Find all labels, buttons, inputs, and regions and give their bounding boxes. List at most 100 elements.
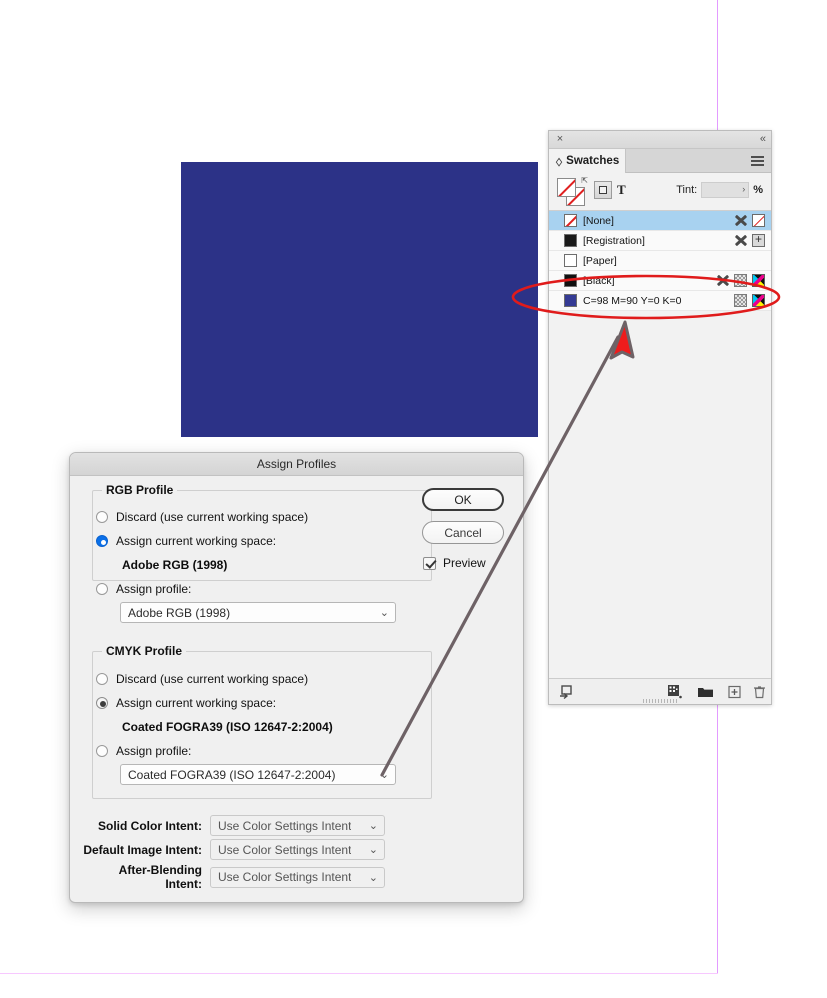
new-swatch-group-folder-icon[interactable] (697, 684, 715, 700)
cmyk-working-space-value: Coated FOGRA39 (ISO 12647-2:2004) (122, 720, 333, 734)
chevron-down-icon[interactable]: ⌄ (369, 843, 378, 856)
tint-label: Tint: (676, 184, 698, 196)
panel-titlebar: × « (549, 131, 771, 149)
fill-box[interactable] (557, 178, 576, 197)
swatch-chip-black (564, 274, 577, 287)
rgb-assign-working-option[interactable]: Assign current working space: (96, 534, 276, 548)
swatch-name: [Paper] (583, 254, 617, 267)
cmyk-assign-working-label: Assign current working space: (116, 696, 277, 710)
cmyk-assign-profile-label: Assign profile: (116, 744, 192, 758)
tint-percent-label: % (753, 184, 763, 196)
panel-tabstrip: ◇ Swatches (549, 149, 771, 173)
radio-rgb-discard[interactable] (96, 511, 108, 523)
preview-checkbox[interactable] (423, 556, 436, 570)
swatch-name: C=98 M=90 Y=0 K=0 (583, 294, 682, 307)
default-image-intent-select[interactable]: Use Color Settings Intent ⌄ (210, 839, 385, 860)
chevron-down-icon[interactable]: ⌄ (380, 768, 389, 781)
radio-cmyk-assign-working[interactable] (96, 697, 108, 709)
new-swatch-icon[interactable] (727, 684, 743, 700)
cancel-button-label: Cancel (444, 525, 482, 540)
rgb-profile-legend: RGB Profile (102, 483, 178, 497)
panel-resize-grip[interactable] (643, 699, 677, 703)
new-color-group-icon[interactable] (667, 684, 683, 700)
page-guide-horizontal (0, 973, 718, 974)
ok-button[interactable]: OK (422, 488, 504, 511)
tint-control: Tint: › % (676, 182, 763, 198)
swatch-row-paper[interactable]: [Paper] (549, 251, 771, 271)
swatch-x-icon[interactable] (734, 234, 747, 247)
swatch-x-icon[interactable] (734, 214, 747, 227)
swatch-name: [None] (583, 214, 614, 227)
swatch-row-registration[interactable]: [Registration] (549, 231, 771, 251)
tab-swatches[interactable]: ◇ Swatches (549, 149, 626, 173)
radio-rgb-assign-working[interactable] (96, 535, 108, 547)
fill-stroke-none-icon[interactable]: ⇱ (557, 177, 588, 207)
cmyk-profile-select[interactable]: Coated FOGRA39 (ISO 12647-2:2004) ⌄ (120, 764, 396, 785)
swatches-panel: × « ◇ Swatches ⇱ T Tint: › % [None] [Reg… (548, 130, 772, 705)
tab-swatches-label: Swatches (566, 155, 620, 167)
swatch-row-icons (716, 274, 765, 287)
after-blending-intent-select[interactable]: Use Color Settings Intent ⌄ (210, 866, 385, 888)
cmyk-discard-label: Discard (use current working space) (116, 672, 309, 686)
tint-input[interactable]: › (701, 182, 750, 198)
cmyk-profile-select-value: Coated FOGRA39 (ISO 12647-2:2004) (128, 767, 336, 782)
swatch-name: [Black] (583, 274, 615, 287)
cancel-button[interactable]: Cancel (422, 521, 504, 544)
tab-caret-icon: ◇ (556, 154, 563, 168)
chevron-down-icon[interactable]: ⌄ (380, 606, 389, 619)
tint-icon (734, 274, 747, 287)
radio-cmyk-assign-profile[interactable] (96, 745, 108, 757)
apply-to-frame-icon[interactable] (594, 181, 612, 199)
swap-fill-stroke-icon[interactable]: ⇱ (581, 177, 588, 185)
rgb-working-space-value: Adobe RGB (1998) (122, 558, 228, 572)
tint-chevron-icon[interactable]: › (742, 184, 745, 194)
swatch-row-icons (734, 232, 765, 247)
artwork-blue-rectangle[interactable] (181, 162, 538, 437)
chevron-down-icon[interactable]: ⌄ (369, 871, 378, 884)
solid-color-intent-label: Solid Color Intent: (98, 818, 202, 833)
swatch-row-icons (734, 294, 765, 307)
solid-color-intent-select[interactable]: Use Color Settings Intent ⌄ (210, 815, 385, 836)
swatch-chip-paper (564, 254, 577, 267)
after-blending-intent-value: Use Color Settings Intent (218, 870, 352, 884)
default-image-intent-label: Default Image Intent: (83, 842, 202, 857)
delete-swatch-icon[interactable] (752, 684, 768, 700)
radio-rgb-assign-profile[interactable] (96, 583, 108, 595)
radio-cmyk-discard[interactable] (96, 673, 108, 685)
swatch-list: [None] [Registration] [Paper] (549, 211, 771, 311)
rgb-profile-select[interactable]: Adobe RGB (1998) ⌄ (120, 602, 396, 623)
swatch-x-icon[interactable] (716, 274, 729, 287)
apply-to-text-icon[interactable]: T (617, 182, 626, 198)
swatch-row-cmyk-blue[interactable]: C=98 M=90 Y=0 K=0 (549, 291, 771, 311)
screenshot-root: × « ◇ Swatches ⇱ T Tint: › % [None] [Reg… (0, 0, 827, 998)
rgb-discard-option[interactable]: Discard (use current working space) (96, 510, 308, 524)
solid-color-intent-value: Use Color Settings Intent (218, 818, 352, 833)
swatches-panel-footer (549, 678, 771, 704)
dialog-title: Assign Profiles (70, 453, 523, 476)
preview-checkbox-row[interactable]: Preview (423, 556, 486, 570)
rgb-profile-select-value: Adobe RGB (1998) (128, 605, 231, 620)
rgb-assign-profile-option[interactable]: Assign profile: (96, 582, 191, 596)
swatch-name: [Registration] (583, 234, 645, 247)
cmyk-discard-option[interactable]: Discard (use current working space) (96, 672, 308, 686)
swatch-row-icons (734, 214, 765, 227)
default-image-intent-row: Default Image Intent: Use Color Settings… (80, 839, 385, 860)
close-icon[interactable]: × (554, 133, 566, 145)
rgb-assign-profile-label: Assign profile: (116, 582, 192, 596)
cmyk-assign-profile-option[interactable]: Assign profile: (96, 744, 191, 758)
default-image-intent-value: Use Color Settings Intent (218, 842, 352, 857)
swatch-row-black[interactable]: [Black] (549, 271, 771, 291)
swatch-chip-registration (564, 234, 577, 247)
show-all-swatches-icon[interactable] (559, 684, 575, 700)
chevron-down-icon[interactable]: ⌄ (369, 819, 378, 832)
swatch-row-none[interactable]: [None] (549, 211, 771, 231)
registration-icon (752, 232, 765, 247)
collapse-panel-icon[interactable]: « (760, 133, 766, 145)
assign-profiles-dialog: Assign Profiles RGB Profile Discard (use… (69, 452, 524, 903)
after-blending-intent-row: After-Blending Intent: Use Color Setting… (80, 863, 385, 891)
cmyk-assign-working-option[interactable]: Assign current working space: (96, 696, 276, 710)
swatch-chip-none (564, 214, 577, 227)
none-swatch-icon (752, 214, 765, 227)
rgb-assign-working-label: Assign current working space: (116, 534, 277, 548)
panel-menu-icon[interactable] (751, 156, 764, 166)
